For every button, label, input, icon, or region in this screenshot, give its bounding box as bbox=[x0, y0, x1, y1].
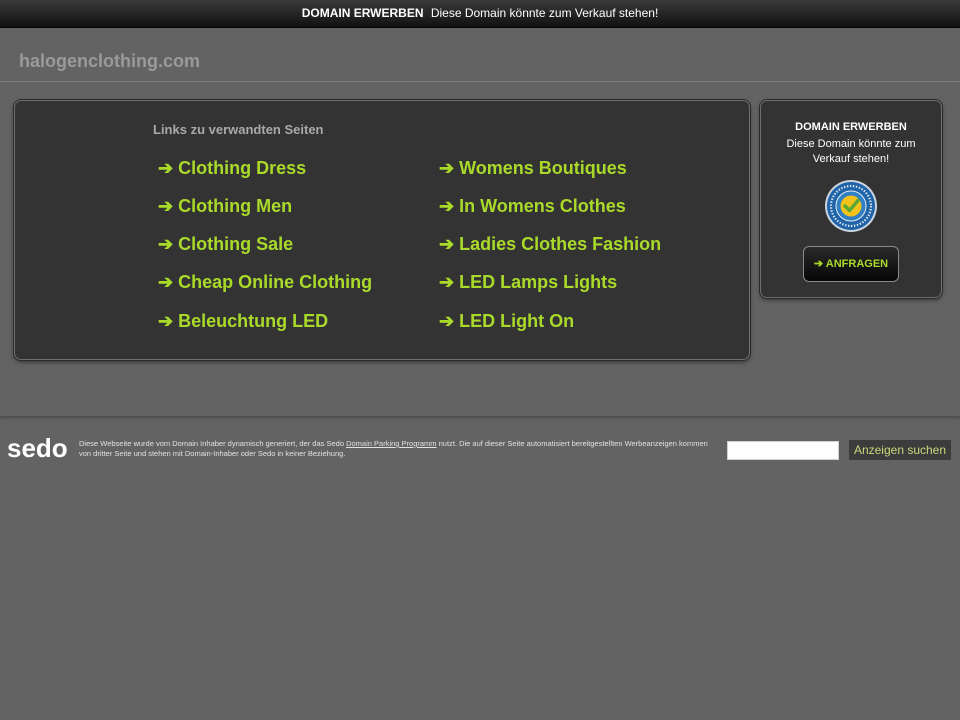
related-link-label: Ladies Clothes Fashion bbox=[459, 234, 662, 254]
related-links-heading: Links zu verwandten Seiten bbox=[153, 122, 324, 137]
related-link-label: Cheap Online Clothing bbox=[178, 272, 373, 292]
header-divider bbox=[0, 81, 960, 82]
related-links-panel: Links zu verwandten Seiten ➔ Clothing Dre… bbox=[14, 100, 750, 360]
ad-search-input[interactable] bbox=[727, 441, 839, 460]
arrow-right-icon: ➔ bbox=[439, 234, 455, 254]
arrow-right-icon: ➔ bbox=[439, 272, 455, 292]
related-link[interactable]: ➔ Clothing Men bbox=[158, 196, 292, 217]
related-link[interactable]: ➔ Clothing Sale bbox=[158, 234, 293, 255]
related-link-label: Beleuchtung LED bbox=[178, 311, 329, 331]
arrow-right-icon: ➔ bbox=[158, 311, 174, 331]
buy-domain-text: Diese Domain könnte zum Verkauf stehen! bbox=[786, 138, 916, 165]
buy-domain-title: DOMAIN ERWERBEN bbox=[795, 121, 907, 133]
buyer-protection-seal-icon[interactable] bbox=[824, 179, 878, 233]
inquiry-button-label: ANFRAGEN bbox=[825, 258, 889, 270]
related-link-label: Clothing Sale bbox=[178, 234, 294, 254]
related-link-label: Clothing Dress bbox=[178, 158, 307, 178]
related-link[interactable]: ➔ LED Light On bbox=[439, 311, 574, 332]
buy-domain-panel: DOMAIN ERWERBEN Diese Domain könnte zum … bbox=[760, 100, 942, 298]
arrow-right-icon: ➔ bbox=[813, 258, 824, 270]
arrow-right-icon: ➔ bbox=[158, 158, 174, 178]
footer-text-before: Diese Webseite wurde vom Domain Inhaber … bbox=[79, 439, 344, 448]
arrow-right-icon: ➔ bbox=[158, 196, 174, 216]
ad-search-button[interactable]: Anzeigen suchen bbox=[849, 440, 951, 460]
related-link-label: LED Lamps Lights bbox=[459, 272, 618, 292]
top-banner[interactable]: DOMAIN ERWERBEN Diese Domain könnte zum … bbox=[0, 0, 960, 28]
arrow-right-icon: ➔ bbox=[439, 311, 455, 331]
inquiry-button[interactable]: ➔ ANFRAGEN bbox=[803, 246, 899, 282]
related-link-label: LED Light On bbox=[459, 311, 575, 331]
arrow-right-icon: ➔ bbox=[158, 234, 174, 254]
related-link-label: Womens Boutiques bbox=[459, 158, 627, 178]
related-link-label: In Womens Clothes bbox=[459, 196, 626, 216]
footer-disclaimer: Diese Webseite wurde vom Domain Inhaber … bbox=[79, 439, 709, 459]
sedo-logo[interactable]: sedo bbox=[7, 433, 68, 464]
related-link[interactable]: ➔ Womens Boutiques bbox=[439, 158, 627, 179]
arrow-right-icon: ➔ bbox=[439, 158, 455, 178]
page-container: halogenclothing.com Links zu verwandten … bbox=[0, 28, 960, 416]
domain-parking-link[interactable]: Domain Parking Programm bbox=[346, 439, 436, 448]
related-link[interactable]: ➔ LED Lamps Lights bbox=[439, 272, 617, 293]
related-link[interactable]: ➔ Ladies Clothes Fashion bbox=[439, 234, 661, 255]
related-link-label: Clothing Men bbox=[178, 196, 293, 216]
top-banner-text[interactable]: Diese Domain könnte zum Verkauf stehen! bbox=[431, 6, 658, 20]
top-banner-title[interactable]: DOMAIN ERWERBEN bbox=[302, 6, 424, 20]
related-link[interactable]: ➔ Clothing Dress bbox=[158, 158, 306, 179]
domain-name-title: halogenclothing.com bbox=[19, 51, 201, 71]
arrow-right-icon: ➔ bbox=[158, 272, 174, 292]
related-link[interactable]: ➔ Beleuchtung LED bbox=[158, 311, 328, 332]
footer: sedo Diese Webseite wurde vom Domain Inh… bbox=[0, 430, 960, 470]
arrow-right-icon: ➔ bbox=[439, 196, 455, 216]
related-link[interactable]: ➔ In Womens Clothes bbox=[439, 196, 626, 217]
related-link[interactable]: ➔ Cheap Online Clothing bbox=[158, 272, 372, 293]
